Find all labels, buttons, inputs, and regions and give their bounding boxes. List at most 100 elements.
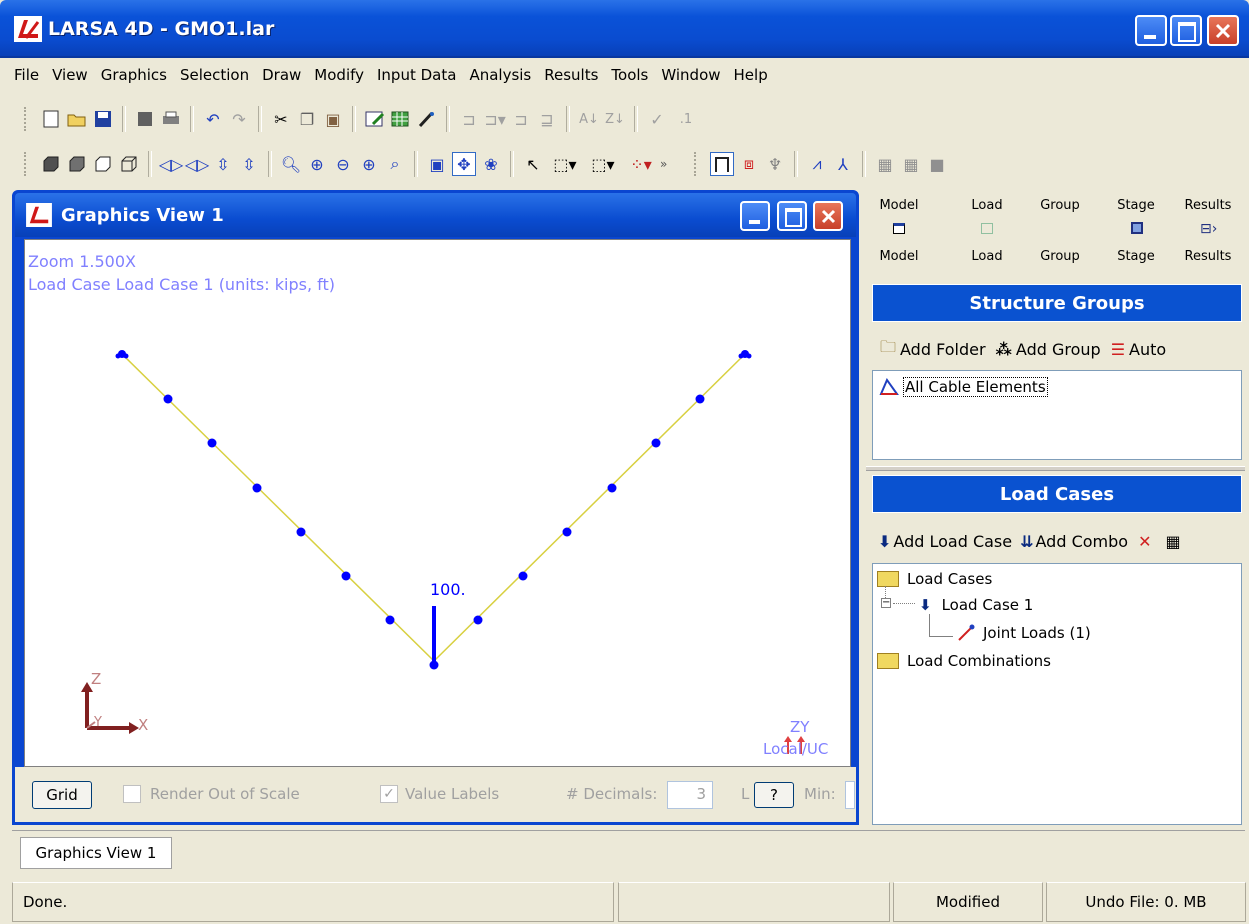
menu-input-data[interactable]: Input Data: [377, 66, 456, 84]
check-icon[interactable]: ✓: [646, 108, 668, 130]
add-combo-button[interactable]: Add Combo: [1036, 532, 1129, 551]
tree-node-load-case-1[interactable]: ⬇ Load Case 1: [919, 596, 1033, 614]
distribute-icon[interactable]: ⊐: [458, 108, 480, 130]
menu-modify[interactable]: Modify: [314, 66, 364, 84]
paste-icon[interactable]: ▣: [322, 108, 344, 130]
loads-icon[interactable]: ⧈: [738, 153, 760, 175]
min-input[interactable]: [845, 781, 855, 809]
copy-icon[interactable]: ❐: [296, 108, 318, 130]
select-remove-icon[interactable]: ⬚▾: [586, 153, 620, 175]
zoom-icon[interactable]: 🔍︎: [280, 153, 302, 175]
sort-descending-icon[interactable]: Z↓: [604, 108, 626, 130]
add-folder-button[interactable]: Add Folder: [900, 340, 986, 359]
tab-stage[interactable]: Stage: [1106, 198, 1166, 213]
menu-help[interactable]: Help: [734, 66, 768, 84]
menu-analysis[interactable]: Analysis: [469, 66, 531, 84]
graphics-close-button[interactable]: [813, 201, 843, 231]
pan-icon[interactable]: ✥: [452, 152, 476, 176]
tab-load[interactable]: Load: [957, 198, 1017, 213]
tab-stage-lower[interactable]: Stage: [1106, 249, 1166, 264]
maximize-button[interactable]: [1170, 15, 1202, 46]
decimals-input[interactable]: 3: [667, 781, 713, 809]
zoom-box-icon[interactable]: ▣: [426, 153, 448, 175]
axes-icon[interactable]: ⅄: [832, 153, 854, 175]
render-out-of-scale-checkbox[interactable]: [123, 785, 141, 803]
new-file-icon[interactable]: [40, 108, 62, 130]
menu-window[interactable]: Window: [661, 66, 720, 84]
help-button[interactable]: ?: [754, 782, 794, 808]
graphics-maximize-button[interactable]: [777, 201, 807, 231]
tab-group[interactable]: Group: [1030, 198, 1090, 213]
rotate-down-icon[interactable]: ⇳: [238, 153, 260, 175]
model-canvas[interactable]: Zoom 1.500X Load Case Load Case 1 (units…: [24, 239, 851, 767]
select-add-icon[interactable]: ⬚▾: [548, 153, 582, 175]
tree-node-joint-loads[interactable]: Joint Loads (1): [957, 624, 1091, 642]
add-load-case-button[interactable]: Add Load Case: [893, 532, 1012, 551]
cut-icon[interactable]: ✂: [270, 108, 292, 130]
graphics-minimize-button[interactable]: [740, 201, 770, 231]
view-shaded-icon[interactable]: [66, 153, 88, 175]
tab-graphics-view-1[interactable]: Graphics View 1: [20, 837, 172, 869]
solid-block-icon[interactable]: ■: [926, 153, 948, 175]
tab-group-lower[interactable]: Group: [1030, 249, 1090, 264]
save-icon[interactable]: [92, 108, 114, 130]
close-button[interactable]: [1207, 15, 1239, 46]
frame-icon[interactable]: [710, 152, 734, 176]
collapse-toggle[interactable]: −: [881, 598, 891, 608]
view-wire-icon[interactable]: [118, 153, 140, 175]
truss-icon[interactable]: ⩘: [806, 153, 828, 175]
grid-large-icon[interactable]: ▦: [874, 153, 896, 175]
menu-selection[interactable]: Selection: [180, 66, 249, 84]
add-group-button[interactable]: Add Group: [1016, 340, 1101, 359]
open-folder-icon[interactable]: [66, 108, 88, 130]
tab-load-lower[interactable]: Load: [957, 249, 1017, 264]
align-dropdown-icon[interactable]: ⊐▾: [484, 108, 506, 130]
zoom-in-icon[interactable]: ⊕: [306, 153, 328, 175]
delete-icon[interactable]: ✕: [1138, 532, 1151, 551]
structure-groups-list[interactable]: All Cable Elements: [872, 370, 1242, 460]
properties-icon[interactable]: [134, 108, 156, 130]
minimize-button[interactable]: [1135, 15, 1167, 46]
undo-icon[interactable]: ↶: [202, 108, 224, 130]
align-icon[interactable]: ⊒: [536, 108, 558, 130]
menu-view[interactable]: View: [52, 66, 88, 84]
pointer-icon[interactable]: ↖: [522, 153, 544, 175]
tree-node-load-combinations[interactable]: Load Combinations: [877, 652, 1051, 670]
align-right-icon[interactable]: ⊐: [510, 108, 532, 130]
menu-results[interactable]: Results: [544, 66, 598, 84]
list-item[interactable]: All Cable Elements: [879, 377, 1048, 397]
tree-node-load-cases[interactable]: Load Cases: [877, 570, 992, 588]
view-solid-icon[interactable]: [40, 153, 62, 175]
splitter[interactable]: [866, 466, 1245, 471]
orbit-icon[interactable]: ❀: [480, 153, 502, 175]
supports-icon[interactable]: ♆: [764, 153, 786, 175]
decimal-indicator[interactable]: .1: [672, 108, 700, 130]
rotate-right-icon[interactable]: ◁▷: [185, 153, 210, 175]
pen-icon[interactable]: [416, 108, 438, 130]
tab-model-lower[interactable]: Model: [869, 249, 929, 264]
view-outline-icon[interactable]: [92, 153, 114, 175]
zoom-out-icon[interactable]: ⊖: [332, 153, 354, 175]
select-nodes-icon[interactable]: ⁘▾: [624, 153, 658, 175]
menu-file[interactable]: File: [14, 66, 39, 84]
spreadsheet-icon[interactable]: [390, 108, 412, 130]
sort-ascending-icon[interactable]: A↓: [578, 108, 600, 130]
tab-results[interactable]: Results: [1176, 198, 1240, 213]
rotate-up-icon[interactable]: ⇳: [212, 153, 234, 175]
value-labels-checkbox[interactable]: ✓: [380, 785, 398, 803]
auto-button[interactable]: Auto: [1129, 340, 1166, 359]
print-icon[interactable]: [160, 108, 182, 130]
tab-model[interactable]: Model: [869, 198, 929, 213]
rotate-left-icon[interactable]: ◁▷: [159, 153, 184, 175]
redo-icon[interactable]: ↷: [228, 108, 250, 130]
grid-button[interactable]: Grid: [32, 781, 92, 809]
menu-graphics[interactable]: Graphics: [101, 66, 167, 84]
zoom-extents-icon[interactable]: ⌕: [384, 153, 406, 175]
menu-tools[interactable]: Tools: [611, 66, 648, 84]
table-grid-icon[interactable]: ▦: [1165, 532, 1180, 551]
grid-small-icon[interactable]: ▦: [900, 153, 922, 175]
load-cases-tree[interactable]: Load Cases − ⬇ Load Case 1 Joint Loads (…: [872, 563, 1242, 825]
menu-draw[interactable]: Draw: [262, 66, 301, 84]
edit-table-icon[interactable]: [364, 108, 386, 130]
zoom-window-icon[interactable]: ⊕: [358, 153, 380, 175]
